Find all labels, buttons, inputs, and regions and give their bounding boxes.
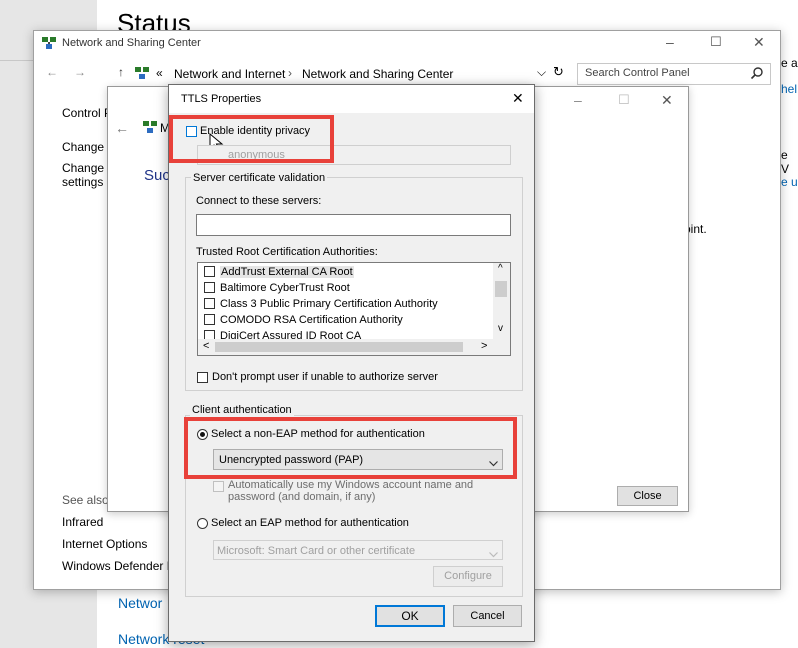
network-icon [135,67,149,79]
settings-fragment-link[interactable]: hel [781,82,797,96]
close-icon[interactable]: ✕ [512,90,524,107]
minimize-button[interactable]: – [574,92,582,108]
up-arrow-icon[interactable]: ↑ [118,65,124,79]
list-item[interactable]: Class 3 Public Primary Certification Aut… [204,298,438,310]
dont-prompt-checkbox[interactable] [197,372,208,383]
search-placeholder: Search Control Panel [585,67,690,79]
vertical-scrollbar[interactable]: ^ v [493,263,510,339]
eap-radio-label: Select an EAP method for authentication [211,517,409,529]
minimize-button[interactable]: – [666,34,674,50]
connect-servers-input[interactable] [196,214,511,236]
breadcrumb-network-sharing-center[interactable]: Network and Sharing Center [302,67,453,81]
settings-fragment: e a [781,56,798,70]
dialog-titlebar: TTLS Properties ✕ [169,85,534,113]
scroll-right-icon[interactable]: > [481,340,487,352]
breadcrumb-overflow[interactable]: « [156,66,163,80]
horizontal-scrollbar[interactable]: < > [198,339,510,355]
see-also-internet-options[interactable]: Internet Options [62,537,147,551]
close-button[interactable]: ✕ [753,34,765,51]
breadcrumb-separator: › [288,66,292,80]
cancel-button[interactable]: Cancel [453,605,522,627]
eap-radio[interactable] [197,518,208,529]
ca-checkbox[interactable] [204,282,215,293]
eap-selected-value: Microsoft: Smart Card or other certifica… [217,545,416,557]
scrollbar-thumb[interactable] [495,281,507,297]
scroll-down-icon[interactable]: v [498,323,503,334]
maximize-button[interactable]: ☐ [710,34,722,50]
network-icon [42,37,56,49]
see-also-windows-defender[interactable]: Windows Defender F [62,559,174,573]
scroll-left-icon[interactable]: < [203,340,209,352]
maximize-button[interactable]: ☐ [618,92,630,108]
settings-link-network[interactable]: Networ [118,595,162,611]
list-item[interactable]: Baltimore CyberTrust Root [204,282,350,294]
address-dropdown-icon[interactable]: ⌵ [537,65,546,80]
heading-fragment: Suc [144,167,170,184]
ttls-properties-dialog: TTLS Properties ✕ Enable identity privac… [168,84,535,642]
client-auth-group-label: Client authentication [190,404,294,416]
see-also-infrared[interactable]: Infrared [62,515,103,529]
trusted-root-ca-list[interactable]: AddTrust External CA Root Baltimore Cybe… [197,262,511,356]
sidebar-item-settings[interactable]: settings [62,175,103,189]
auto-use-windows-account-checkbox[interactable] [213,481,224,492]
ca-checkbox[interactable] [204,298,215,309]
sidebar-item-control-panel[interactable]: Control P [62,106,112,120]
close-button[interactable]: Close [617,486,678,506]
server-cert-group-label: Server certificate validation [191,172,328,184]
search-input[interactable]: Search Control Panel [577,63,771,85]
search-icon[interactable] [750,66,764,80]
dialog-title: TTLS Properties [181,93,262,105]
scrollbar-thumb[interactable] [215,342,463,352]
dont-prompt-label: Don't prompt user if unable to authorize… [212,371,438,383]
back-arrow-icon[interactable]: ← [115,120,129,136]
network-icon [143,121,157,133]
trusted-root-ca-label: Trusted Root Certification Authorities: [196,246,378,258]
eap-method-select[interactable]: Microsoft: Smart Card or other certifica… [213,540,503,560]
list-item[interactable]: AddTrust External CA Root [204,266,354,278]
close-button[interactable]: ✕ [661,92,673,109]
settings-divider [0,60,34,61]
window-title: Network and Sharing Center [62,37,201,49]
back-arrow-icon[interactable]: ← [46,65,58,79]
configure-button[interactable]: Configure [433,566,503,587]
settings-fragment: e V [781,148,790,176]
ca-checkbox[interactable] [204,314,215,325]
chevron-down-icon [489,547,498,558]
ca-checkbox[interactable] [204,266,215,277]
refresh-icon[interactable]: ↻ [553,64,564,80]
forward-arrow-icon[interactable]: → [74,65,86,79]
see-also-label: See also [62,493,109,507]
ok-button[interactable]: OK [375,605,445,627]
highlight-box [169,115,334,163]
settings-fragment-link[interactable]: e us [781,175,798,189]
list-item[interactable]: COMODO RSA Certification Authority [204,314,403,326]
breadcrumb-network-internet[interactable]: Network and Internet [174,67,285,81]
scroll-up-icon[interactable]: ^ [498,263,503,274]
connect-servers-label: Connect to these servers: [196,195,322,207]
highlight-box [184,417,517,479]
auto-use-windows-account-label: Automatically use my Windows account nam… [228,479,474,503]
